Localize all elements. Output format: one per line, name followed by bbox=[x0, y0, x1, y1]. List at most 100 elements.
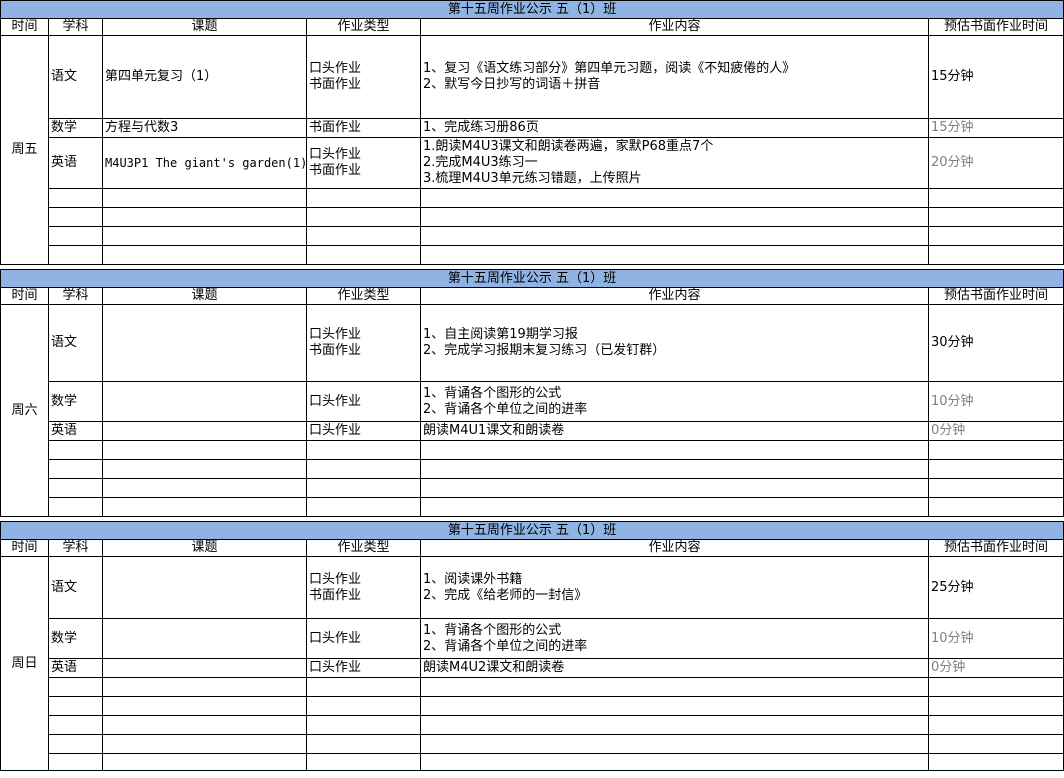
subject-cell[interactable]: 数学 bbox=[48, 618, 103, 659]
empty-cell[interactable] bbox=[420, 497, 929, 517]
empty-cell[interactable] bbox=[102, 207, 307, 227]
empty-cell[interactable] bbox=[306, 734, 421, 754]
empty-cell[interactable] bbox=[927, 440, 1064, 460]
subject-cell[interactable]: 英语 bbox=[48, 137, 103, 189]
est-time-cell[interactable]: 10分钟 bbox=[927, 381, 1064, 422]
empty-cell[interactable] bbox=[102, 696, 307, 716]
empty-cell[interactable] bbox=[306, 478, 421, 498]
empty-cell[interactable] bbox=[927, 715, 1064, 735]
type-cell[interactable]: 口头作业 书面作业 bbox=[306, 35, 421, 119]
empty-cell[interactable] bbox=[420, 245, 929, 265]
subject-cell[interactable]: 语文 bbox=[48, 304, 103, 382]
content-cell[interactable]: 1、自主阅读第19期学习报 2、完成学习报期末复习练习（已发钉群） bbox=[420, 304, 929, 382]
est-time-cell[interactable]: 15分钟 bbox=[927, 118, 1064, 138]
topic-cell[interactable] bbox=[102, 618, 307, 659]
est-time-cell[interactable]: 10分钟 bbox=[927, 618, 1064, 659]
empty-cell[interactable] bbox=[420, 478, 929, 498]
content-cell[interactable]: 1、背诵各个图形的公式 2、背诵各个单位之间的进率 bbox=[420, 381, 929, 422]
empty-cell[interactable] bbox=[306, 715, 421, 735]
empty-cell[interactable] bbox=[927, 696, 1064, 716]
empty-cell[interactable] bbox=[420, 226, 929, 246]
empty-cell[interactable] bbox=[306, 696, 421, 716]
est-time-cell[interactable]: 0分钟 bbox=[927, 658, 1064, 678]
content-cell[interactable]: 1、复习《语文练习部分》第四单元习题，阅读《不知疲倦的人》 2、默写今日抄写的词语… bbox=[420, 35, 929, 119]
empty-cell[interactable] bbox=[48, 440, 103, 460]
empty-cell[interactable] bbox=[927, 459, 1064, 479]
empty-cell[interactable] bbox=[306, 753, 421, 771]
empty-cell[interactable] bbox=[927, 677, 1064, 697]
est-time-cell[interactable]: 25分钟 bbox=[927, 556, 1064, 619]
empty-cell[interactable] bbox=[48, 753, 103, 771]
empty-cell[interactable] bbox=[102, 440, 307, 460]
empty-cell[interactable] bbox=[306, 459, 421, 479]
topic-cell[interactable] bbox=[102, 421, 307, 441]
empty-cell[interactable] bbox=[102, 226, 307, 246]
empty-cell[interactable] bbox=[927, 497, 1064, 517]
empty-cell[interactable] bbox=[927, 188, 1064, 208]
subject-cell[interactable]: 英语 bbox=[48, 421, 103, 441]
empty-cell[interactable] bbox=[48, 734, 103, 754]
subject-cell[interactable]: 语文 bbox=[48, 556, 103, 619]
type-cell[interactable]: 口头作业 书面作业 bbox=[306, 304, 421, 382]
content-cell[interactable]: 朗读M4U2课文和朗读卷 bbox=[420, 658, 929, 678]
empty-cell[interactable] bbox=[48, 696, 103, 716]
empty-cell[interactable] bbox=[48, 188, 103, 208]
content-cell[interactable]: 朗读M4U1课文和朗读卷 bbox=[420, 421, 929, 441]
empty-cell[interactable] bbox=[420, 440, 929, 460]
empty-cell[interactable] bbox=[102, 459, 307, 479]
empty-cell[interactable] bbox=[306, 188, 421, 208]
empty-cell[interactable] bbox=[48, 207, 103, 227]
type-cell[interactable]: 口头作业 bbox=[306, 618, 421, 659]
topic-cell[interactable] bbox=[102, 658, 307, 678]
empty-cell[interactable] bbox=[48, 715, 103, 735]
empty-cell[interactable] bbox=[306, 226, 421, 246]
empty-cell[interactable] bbox=[102, 188, 307, 208]
empty-cell[interactable] bbox=[306, 677, 421, 697]
empty-cell[interactable] bbox=[48, 226, 103, 246]
empty-cell[interactable] bbox=[48, 497, 103, 517]
subject-cell[interactable]: 数学 bbox=[48, 118, 103, 138]
type-cell[interactable]: 口头作业 书面作业 bbox=[306, 556, 421, 619]
type-cell[interactable]: 口头作业 bbox=[306, 658, 421, 678]
empty-cell[interactable] bbox=[102, 715, 307, 735]
empty-cell[interactable] bbox=[927, 226, 1064, 246]
est-time-cell[interactable]: 30分钟 bbox=[927, 304, 1064, 382]
empty-cell[interactable] bbox=[420, 188, 929, 208]
empty-cell[interactable] bbox=[102, 245, 307, 265]
est-time-cell[interactable]: 20分钟 bbox=[927, 137, 1064, 189]
empty-cell[interactable] bbox=[420, 734, 929, 754]
empty-cell[interactable] bbox=[48, 478, 103, 498]
empty-cell[interactable] bbox=[102, 753, 307, 771]
empty-cell[interactable] bbox=[48, 677, 103, 697]
empty-cell[interactable] bbox=[927, 734, 1064, 754]
est-time-cell[interactable]: 0分钟 bbox=[927, 421, 1064, 441]
empty-cell[interactable] bbox=[420, 696, 929, 716]
empty-cell[interactable] bbox=[306, 440, 421, 460]
topic-cell[interactable]: 方程与代数3 bbox=[102, 118, 307, 138]
empty-cell[interactable] bbox=[927, 207, 1064, 227]
empty-cell[interactable] bbox=[420, 753, 929, 771]
topic-cell[interactable]: 第四单元复习（1） bbox=[102, 35, 307, 119]
type-cell[interactable]: 口头作业 bbox=[306, 381, 421, 422]
empty-cell[interactable] bbox=[102, 677, 307, 697]
empty-cell[interactable] bbox=[48, 245, 103, 265]
type-cell[interactable]: 书面作业 bbox=[306, 118, 421, 138]
empty-cell[interactable] bbox=[420, 459, 929, 479]
content-cell[interactable]: 1、阅读课外书籍 2、完成《给老师的一封信》 bbox=[420, 556, 929, 619]
content-cell[interactable]: 1.朗读M4U3课文和朗读卷两遍，家默P68重点7个 2.完成M4U3练习一 3.梳… bbox=[420, 137, 929, 189]
subject-cell[interactable]: 英语 bbox=[48, 658, 103, 678]
empty-cell[interactable] bbox=[927, 753, 1064, 771]
type-cell[interactable]: 口头作业 书面作业 bbox=[306, 137, 421, 189]
empty-cell[interactable] bbox=[420, 677, 929, 697]
empty-cell[interactable] bbox=[102, 497, 307, 517]
content-cell[interactable]: 1、背诵各个图形的公式 2、背诵各个单位之间的进率 bbox=[420, 618, 929, 659]
empty-cell[interactable] bbox=[306, 497, 421, 517]
empty-cell[interactable] bbox=[306, 245, 421, 265]
empty-cell[interactable] bbox=[48, 459, 103, 479]
topic-cell[interactable] bbox=[102, 556, 307, 619]
subject-cell[interactable]: 数学 bbox=[48, 381, 103, 422]
est-time-cell[interactable]: 15分钟 bbox=[927, 35, 1064, 119]
type-cell[interactable]: 口头作业 bbox=[306, 421, 421, 441]
subject-cell[interactable]: 语文 bbox=[48, 35, 103, 119]
empty-cell[interactable] bbox=[306, 207, 421, 227]
